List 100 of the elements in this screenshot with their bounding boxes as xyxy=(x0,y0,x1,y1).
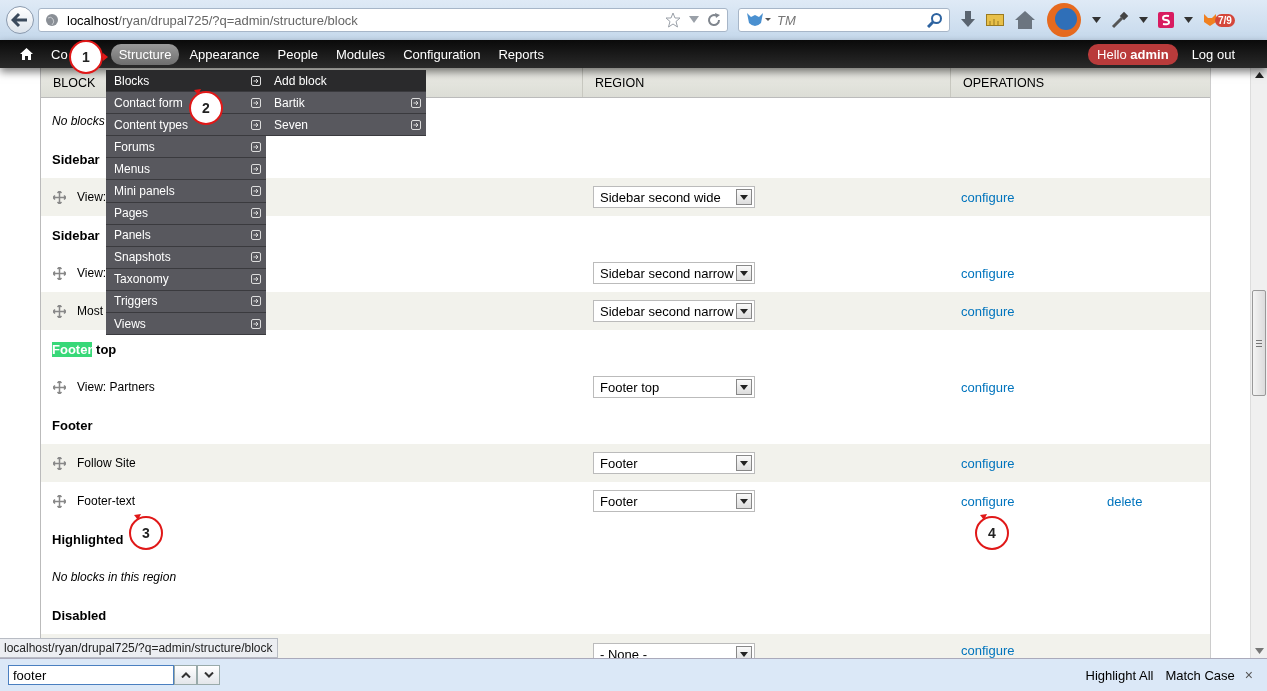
menu-item[interactable]: Panels xyxy=(106,224,266,247)
logout-link[interactable]: Log out xyxy=(1183,43,1243,65)
block-name: Most xyxy=(77,304,103,318)
star-icon[interactable] xyxy=(665,12,681,28)
region-select[interactable]: Footer xyxy=(593,490,755,512)
ruler-icon[interactable] xyxy=(986,14,1004,26)
scroll-down-icon[interactable] xyxy=(1254,648,1264,654)
scrollbar[interactable] xyxy=(1250,68,1267,658)
toolbar-link[interactable]: Modules xyxy=(328,43,394,65)
expand-icon xyxy=(251,230,261,241)
drag-handle-icon[interactable] xyxy=(53,190,66,204)
toolbar-link[interactable]: Reports xyxy=(490,43,552,65)
address-field[interactable]: localhost/ryan/drupal725/?q=admin/structure/block xyxy=(38,8,728,32)
operation-link[interactable]: configure xyxy=(951,379,1015,395)
region-select[interactable]: Footer top xyxy=(593,376,755,398)
drag-handle-icon[interactable] xyxy=(53,380,66,394)
back-button[interactable] xyxy=(6,6,34,34)
caret-icon xyxy=(740,460,748,466)
highlight-all-toggle[interactable]: Highlight All xyxy=(1079,667,1160,683)
eyedropper-icon[interactable] xyxy=(1111,11,1129,29)
operation-link[interactable]: delete xyxy=(1097,493,1143,509)
expand-icon xyxy=(251,186,261,196)
caret-icon xyxy=(740,270,748,276)
close-button[interactable]: × xyxy=(1240,667,1259,683)
match-case-toggle[interactable]: Match Case xyxy=(1159,667,1241,683)
menu-item[interactable]: Blocks xyxy=(106,70,266,93)
previous-button[interactable] xyxy=(174,665,197,685)
region-heading: Footer xyxy=(51,417,93,433)
operation-link[interactable]: configure xyxy=(951,493,1015,509)
region-select[interactable]: Footer xyxy=(593,452,755,474)
operation-link[interactable]: configure xyxy=(951,303,1015,319)
operation-link[interactable]: configure xyxy=(951,455,1015,471)
download-icon[interactable] xyxy=(960,11,976,29)
menu-item[interactable]: Pages xyxy=(106,202,266,225)
search-icon[interactable] xyxy=(927,12,943,28)
caret-icon xyxy=(740,308,748,314)
caret-icon[interactable] xyxy=(1139,17,1148,23)
chevron-up-icon xyxy=(180,672,191,678)
caret-icon[interactable] xyxy=(1184,17,1193,23)
user-greeting[interactable]: Hello admin xyxy=(1088,43,1178,65)
region-heading: Sidebar xyxy=(51,227,100,243)
region-heading: Highlighted xyxy=(51,531,124,547)
home-icon[interactable] xyxy=(20,48,33,60)
fox-icon[interactable] xyxy=(1203,13,1217,27)
menu-item[interactable]: Add block xyxy=(266,70,426,93)
menu-item[interactable]: Views xyxy=(106,313,266,336)
empty-message: No blocks in this region xyxy=(51,570,177,584)
find-field[interactable]: footer xyxy=(8,665,174,685)
expand-icon xyxy=(251,75,261,86)
menu-item[interactable]: Triggers xyxy=(106,290,266,314)
menu-item[interactable]: Bartik xyxy=(266,92,426,115)
expand-icon xyxy=(251,97,261,108)
menu-item[interactable]: Seven xyxy=(266,114,426,137)
expand-icon xyxy=(251,252,261,263)
menu-item[interactable]: Snapshots xyxy=(106,246,266,269)
expand-icon xyxy=(251,274,261,285)
toolbar-link[interactable]: Appearance xyxy=(181,43,268,65)
block-name: Footer-text xyxy=(77,494,136,508)
notification-badge: 7/9 xyxy=(1215,13,1235,27)
drag-handle-icon[interactable] xyxy=(53,456,66,470)
region-heading: Disabled xyxy=(51,607,107,623)
region-select[interactable]: Sidebar second narrow xyxy=(593,300,755,322)
drag-handle-icon[interactable] xyxy=(53,266,66,280)
reload-icon[interactable] xyxy=(707,13,721,27)
drag-handle-icon[interactable] xyxy=(53,494,66,508)
block-name: Follow Site xyxy=(77,456,136,470)
operation-link[interactable]: configure xyxy=(951,643,1015,658)
region-heading: Footer top xyxy=(51,341,117,357)
expand-icon xyxy=(411,97,421,108)
block-name: View: xyxy=(77,266,107,280)
drag-handle-icon[interactable] xyxy=(53,304,66,318)
dropdown-icon[interactable] xyxy=(689,16,699,24)
scroll-up-icon[interactable] xyxy=(1254,72,1264,78)
operation-link[interactable]: configure xyxy=(951,265,1015,281)
addon-icon[interactable] xyxy=(1158,12,1174,28)
browser-logo-icon xyxy=(1046,2,1082,38)
search-engine-icon[interactable] xyxy=(745,11,771,29)
search-field[interactable]: TM xyxy=(738,8,950,32)
caret-icon[interactable] xyxy=(1092,17,1101,23)
region-select[interactable]: Sidebar second narrow xyxy=(593,262,755,284)
toolbar-link[interactable]: People xyxy=(269,43,326,65)
expand-icon xyxy=(411,119,421,130)
empty-message: No blocks xyxy=(51,114,105,128)
menu-item[interactable]: Taxonomy xyxy=(106,268,266,291)
toolbar-link[interactable]: Configuration xyxy=(395,43,489,65)
operation-link[interactable]: configure xyxy=(951,189,1015,205)
menu-item[interactable]: Menus xyxy=(106,158,266,181)
next-button[interactable] xyxy=(197,665,220,685)
caret-icon xyxy=(740,384,748,390)
scroll-thumb[interactable] xyxy=(1252,290,1266,396)
menu-item[interactable]: Mini panels xyxy=(106,180,266,203)
caret-icon xyxy=(740,194,748,200)
region-select[interactable]: - None - xyxy=(593,643,755,658)
column-header: OPERATIONS xyxy=(962,75,1046,92)
region-select[interactable]: Sidebar second wide xyxy=(593,186,755,208)
column-header: REGION xyxy=(583,68,951,97)
status-url: localhost/ryan/drupal725/?q=admin/structure/block xyxy=(0,638,278,658)
toolbar-link[interactable]: Structure xyxy=(110,43,180,65)
menu-item[interactable]: Forums xyxy=(106,136,266,159)
block-name: View: xyxy=(77,190,107,204)
